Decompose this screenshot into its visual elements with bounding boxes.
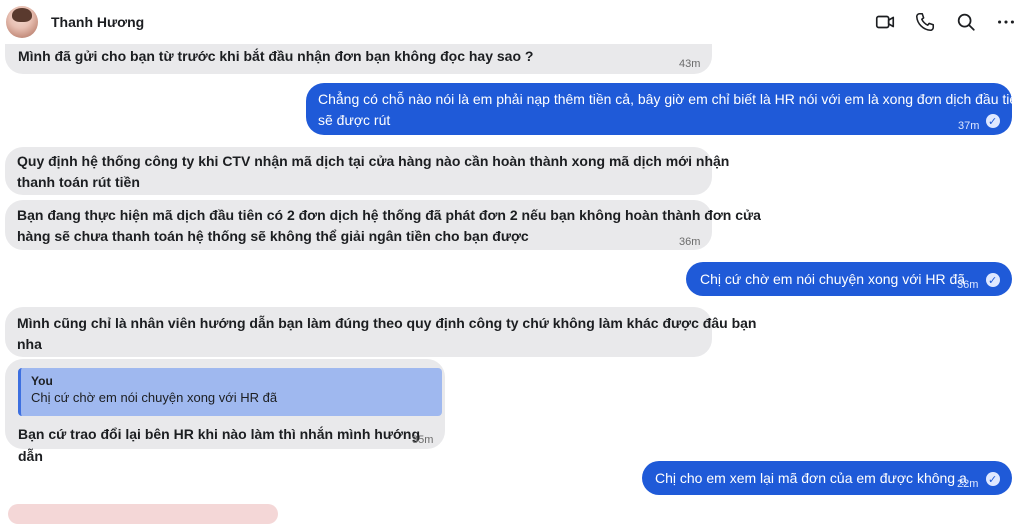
message-incoming-reply[interactable]: You Chị cứ chờ em nói chuyện xong với HR… bbox=[5, 359, 445, 464]
message-text-line: Mình cũng chỉ là nhân viên hướng dẫn bạn… bbox=[17, 315, 757, 331]
message-outgoing[interactable]: Chẳng có chỗ nào nói là em phải nạp thêm… bbox=[306, 83, 1024, 135]
message-text-line: Chẳng có chỗ nào nói là em phải nạp thêm… bbox=[318, 91, 1024, 107]
quoted-reply[interactable]: You Chị cứ chờ em nói chuyện xong với HR… bbox=[18, 368, 442, 416]
phone-icon[interactable] bbox=[914, 11, 936, 33]
message-text-line: sẽ được rút bbox=[318, 112, 391, 128]
more-icon[interactable] bbox=[995, 11, 1017, 33]
search-icon[interactable] bbox=[955, 11, 977, 33]
message-incoming[interactable]: Quy định hệ thống công ty khi CTV nhận m… bbox=[5, 147, 729, 195]
message-outgoing[interactable]: Chị cứ chờ em nói chuyện xong với HR đã … bbox=[686, 262, 1012, 296]
seen-check-icon bbox=[986, 111, 1000, 133]
message-text-line: Quy định hệ thống công ty khi CTV nhận m… bbox=[17, 153, 730, 169]
message-time: 35m bbox=[412, 434, 434, 446]
message-text-line: thanh toán rút tiền bbox=[17, 174, 140, 190]
message-text: Chị cho em xem lại mã đơn của em được kh… bbox=[655, 470, 967, 486]
message-text-line: nha bbox=[17, 336, 42, 352]
message-time: 43m bbox=[679, 58, 701, 70]
message-text: Mình đã gửi cho bạn từ trước khi bắt đầu… bbox=[18, 48, 534, 64]
reply-text: Chị cứ chờ em nói chuyện xong với HR đã bbox=[31, 390, 278, 405]
message-outgoing[interactable]: Chị cho em xem lại mã đơn của em được kh… bbox=[642, 461, 1012, 495]
message-incoming[interactable]: Bạn đang thực hiện mã dịch đầu tiên có 2… bbox=[5, 200, 761, 250]
contact-name[interactable]: Thanh Hương bbox=[51, 14, 144, 30]
video-call-icon[interactable] bbox=[874, 11, 896, 33]
message-text: Chị cứ chờ em nói chuyện xong với HR đã bbox=[700, 271, 966, 287]
image-attachment[interactable] bbox=[8, 504, 278, 524]
message-incoming[interactable]: Mình cũng chỉ là nhân viên hướng dẫn bạn… bbox=[5, 307, 756, 357]
chat-header: Thanh Hương bbox=[0, 0, 1024, 44]
contact-avatar[interactable] bbox=[6, 6, 38, 38]
message-time: 37m bbox=[958, 120, 980, 132]
reply-author: You bbox=[31, 374, 53, 388]
seen-check-icon bbox=[986, 270, 1000, 292]
message-text: Bạn cứ trao đổi lại bên HR khi nào làm t… bbox=[18, 426, 421, 464]
message-time: 36m bbox=[679, 236, 701, 248]
message-time: 22m bbox=[957, 478, 979, 490]
message-text-line: Bạn đang thực hiện mã dịch đầu tiên có 2… bbox=[17, 207, 761, 223]
message-text-line: hàng sẽ chưa thanh toán hệ thống sẽ khôn… bbox=[17, 228, 529, 244]
seen-check-icon bbox=[986, 469, 1000, 491]
message-time: 36m bbox=[957, 279, 979, 291]
